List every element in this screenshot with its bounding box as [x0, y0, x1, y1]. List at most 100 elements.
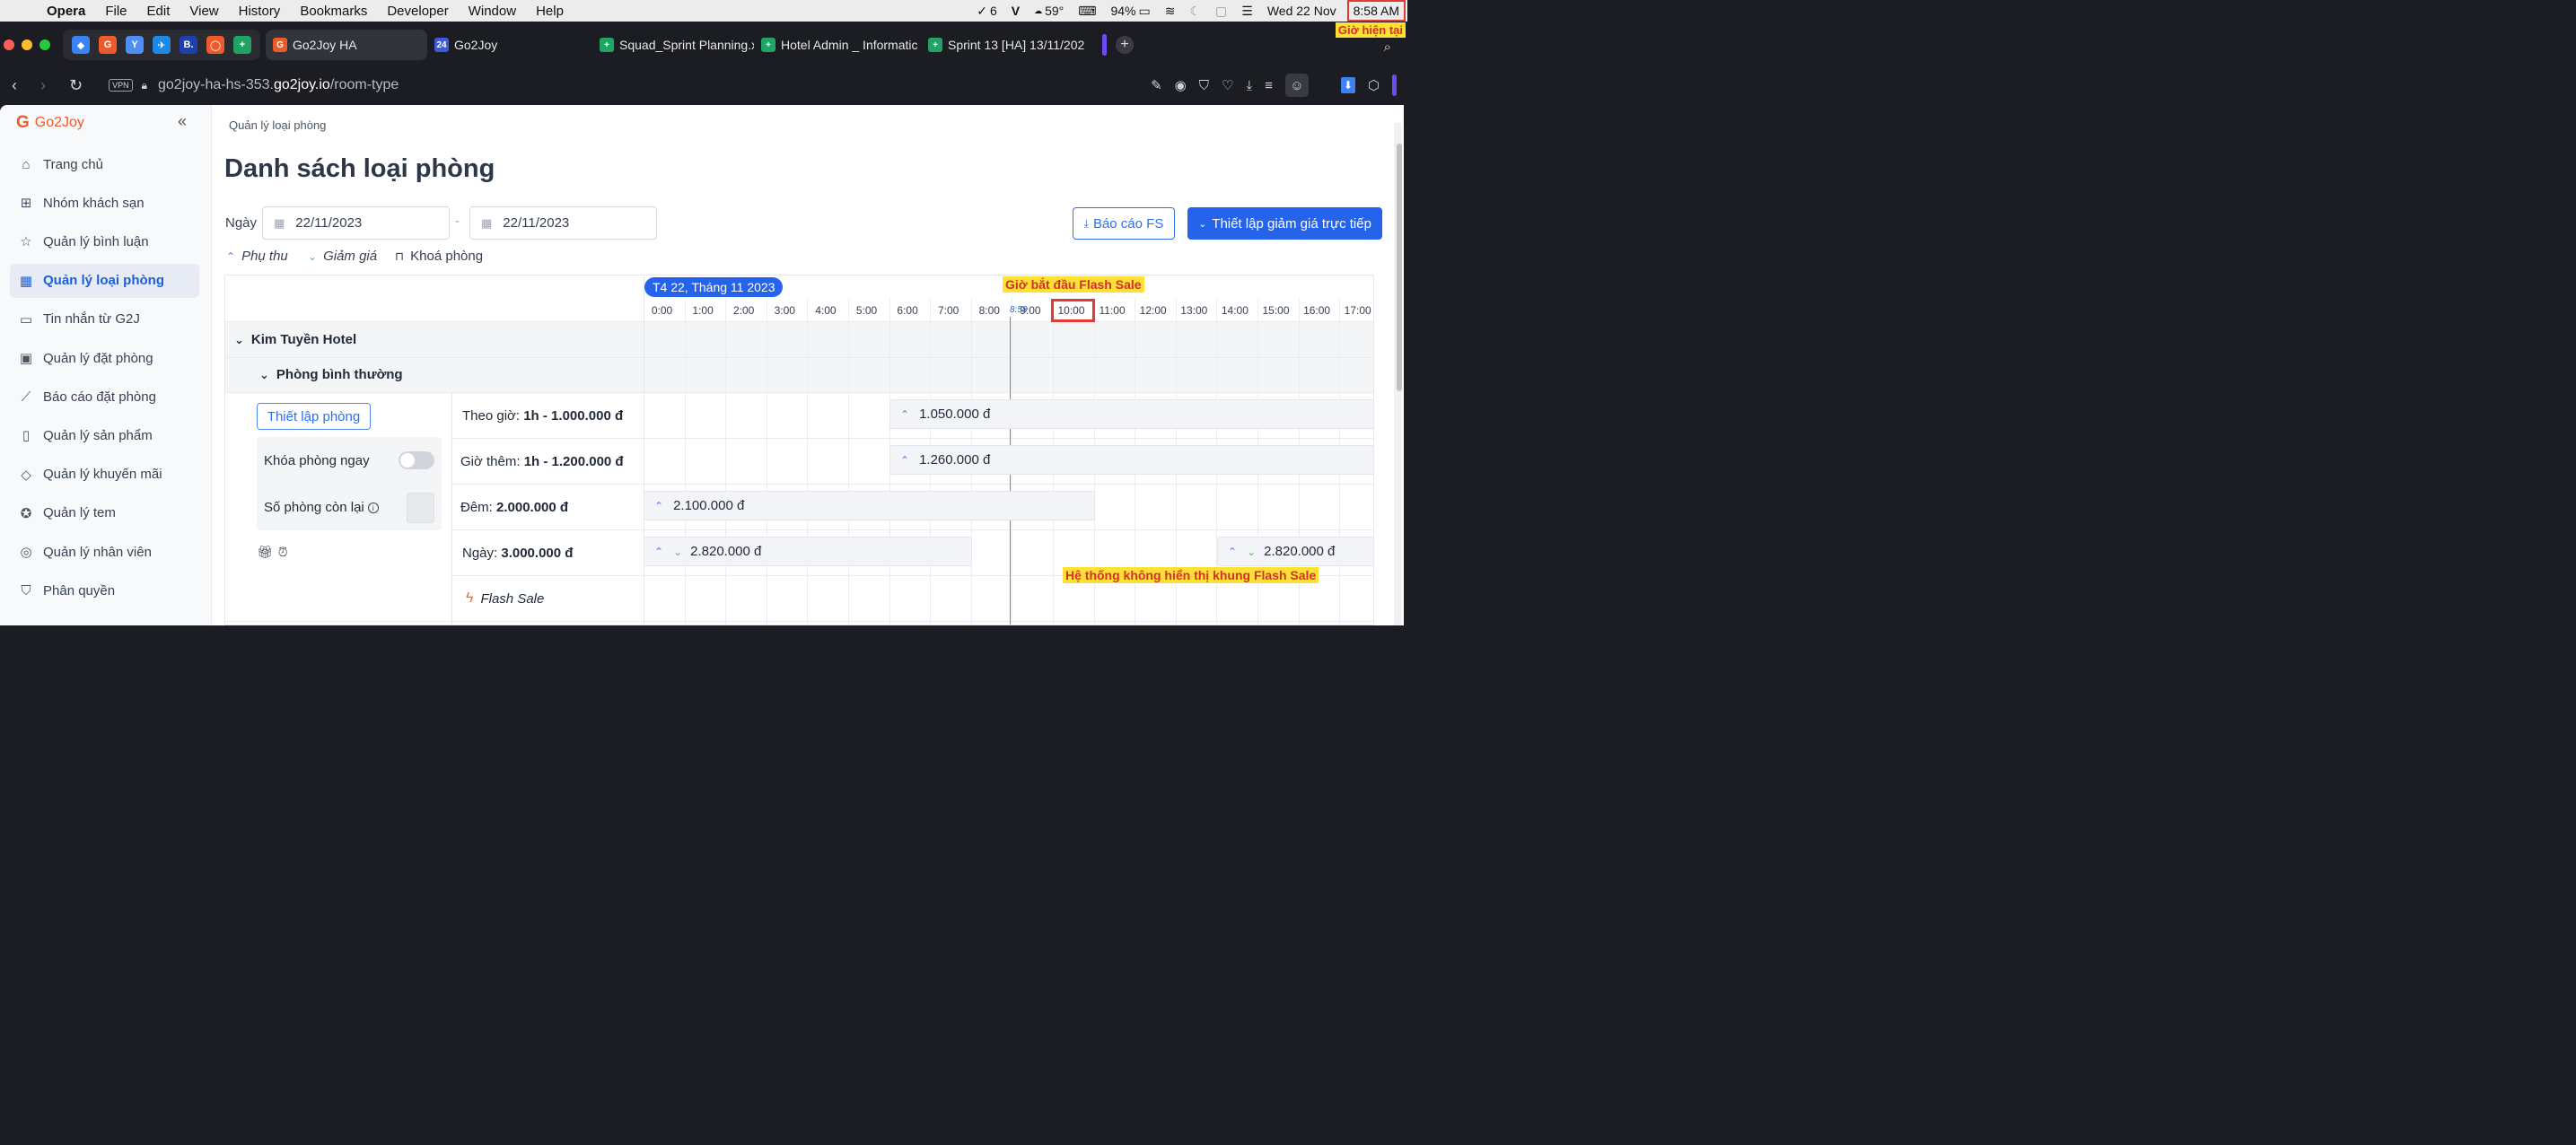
- sidebar-item[interactable]: ▭ Tin nhắn từ G2J: [10, 302, 199, 337]
- cube-icon[interactable]: ⬡: [1368, 77, 1380, 93]
- pinned-tab-icon[interactable]: ◆: [72, 36, 90, 54]
- forward-button[interactable]: ›: [29, 76, 57, 95]
- browser-tab[interactable]: + Sprint 13 [HA] 13/11/202: [921, 30, 1091, 60]
- pinned-tab-icon[interactable]: B.: [180, 36, 197, 54]
- collapse-sidebar-icon[interactable]: «: [178, 112, 187, 131]
- hour-tick-label: 0:00: [651, 304, 673, 317]
- close-window-button[interactable]: [4, 39, 14, 50]
- reload-button[interactable]: ↻: [57, 76, 94, 95]
- settings-sliders-icon[interactable]: ≡: [1265, 78, 1273, 93]
- sidebar-item[interactable]: ◇ Quản lý khuyến mãi: [10, 458, 199, 492]
- sidebar-item-label: Báo cáo đặt phòng: [43, 389, 156, 405]
- price-bar-daily-2[interactable]: ⌃ ⌄ 2.820.000 đ: [1217, 537, 1373, 566]
- pinned-tab-icon[interactable]: G: [99, 36, 117, 54]
- timeline-date-pill[interactable]: T4 22, Tháng 11 2023: [644, 277, 784, 297]
- sidebar-item[interactable]: ⟋ Báo cáo đặt phòng: [10, 380, 199, 414]
- shield-check-icon[interactable]: ⛉: [1199, 78, 1209, 93]
- sidebar-item[interactable]: ▦ Quản lý loại phòng: [10, 263, 199, 298]
- sidebar-item[interactable]: ▣ Quản lý đặt phòng: [10, 341, 199, 375]
- vpn-badge[interactable]: VPN: [109, 79, 133, 92]
- hour-tick-label: 4:00: [815, 304, 837, 317]
- window-icon[interactable]: ▢: [1208, 4, 1234, 19]
- browser-tab[interactable]: 24 Go2Joy: [427, 30, 592, 60]
- page-scrollbar-thumb[interactable]: [1397, 144, 1402, 391]
- menu-window[interactable]: Window: [459, 4, 526, 19]
- browser-tab[interactable]: + Hotel Admin _ Informatic: [754, 30, 921, 60]
- pinned-tab-icon[interactable]: ◯: [206, 36, 224, 54]
- edit-icon[interactable]: ✎: [1151, 77, 1162, 93]
- sidebar-item[interactable]: ⌂ Trang chủ: [10, 147, 199, 181]
- lock-now-toggle[interactable]: [399, 451, 434, 469]
- sidebar-indicator: [1392, 74, 1397, 96]
- tab-favicon-icon: +: [600, 38, 614, 52]
- room-type-header[interactable]: ⌄ Phòng bình thường: [259, 367, 403, 382]
- sidebar-item-label: Quản lý đặt phòng: [43, 350, 153, 366]
- browser-tab[interactable]: G Go2Joy HA: [266, 30, 427, 60]
- minimize-window-button[interactable]: [22, 39, 32, 50]
- sidebar-item-label: Quản lý bình luận: [43, 233, 149, 249]
- keyboard-icon[interactable]: ⌨: [1071, 4, 1103, 19]
- date-to-value: 22/11/2023: [503, 215, 570, 231]
- tasks-status[interactable]: ✓ 6: [969, 4, 1004, 19]
- gift-icon[interactable]: 🎁︎: [257, 545, 273, 560]
- sidebar-item[interactable]: ⊞ Nhóm khách sạn: [10, 186, 199, 220]
- pinned-tab-icon[interactable]: Y: [126, 36, 144, 54]
- search-tabs-icon[interactable]: ⌕: [1384, 39, 1391, 55]
- sidebar-item[interactable]: ☆ Quản lý bình luận: [10, 224, 199, 258]
- price-bar-hourly[interactable]: ⌃ 1.050.000 đ: [889, 399, 1373, 429]
- wifi-icon[interactable]: ≋: [1158, 4, 1183, 19]
- browser-tab[interactable]: + Squad_Sprint Planning.x: [592, 30, 754, 60]
- weather-status[interactable]: ☁ 59°: [1027, 4, 1071, 18]
- alarm-clock-icon[interactable]: ⏰︎: [278, 545, 288, 560]
- hour-tick-label: 2:00: [733, 304, 755, 317]
- menubar-date[interactable]: Wed 22 Nov: [1260, 4, 1344, 18]
- back-button[interactable]: ‹: [0, 76, 29, 95]
- pinned-tab-icon[interactable]: +: [233, 36, 251, 54]
- menu-view[interactable]: View: [180, 4, 228, 19]
- fs-report-button[interactable]: ⤓ Báo cáo FS: [1073, 207, 1175, 240]
- hotel-group-header[interactable]: ⌄ Kim Tuyền Hotel: [234, 332, 356, 347]
- menubar-clock[interactable]: 8:58 AM: [1346, 0, 1406, 22]
- profile-icon[interactable]: ☺: [1284, 74, 1309, 97]
- moon-icon[interactable]: ☾: [1182, 4, 1208, 19]
- maximize-window-button[interactable]: [39, 39, 50, 50]
- pinned-tab-icon[interactable]: ✈: [153, 36, 171, 54]
- brand[interactable]: G Go2Joy: [16, 113, 84, 133]
- direct-discount-button[interactable]: ⌄ Thiết lập giảm giá trực tiếp: [1187, 207, 1382, 240]
- sidebar-item[interactable]: ▯ Quản lý sản phẩm: [10, 418, 199, 452]
- download-extension-icon[interactable]: ⬇: [1340, 77, 1355, 93]
- rooms-left-input[interactable]: [407, 493, 434, 523]
- menu-app-name[interactable]: Opera: [41, 4, 95, 19]
- heart-icon[interactable]: ♡: [1222, 77, 1233, 93]
- price-bar-extra-hour[interactable]: ⌃ 1.260.000 đ: [889, 445, 1373, 475]
- menu-help[interactable]: Help: [526, 4, 574, 19]
- v-app-icon[interactable]: V: [1004, 4, 1027, 18]
- menu-edit[interactable]: Edit: [137, 4, 180, 19]
- chevrons-down-icon: ⌄: [1198, 218, 1207, 230]
- new-tab-button[interactable]: +: [1116, 36, 1134, 54]
- lock-icon[interactable]: 🔒︎: [142, 79, 147, 92]
- control-center-icon[interactable]: ☰: [1234, 4, 1260, 19]
- menu-history[interactable]: History: [229, 4, 291, 19]
- camera-icon[interactable]: ◉: [1175, 77, 1187, 93]
- legend-lock: ⊓ Khoá phòng: [395, 249, 483, 264]
- price-bar-daily-1[interactable]: ⌃ ⌄ 2.820.000 đ: [644, 537, 972, 566]
- date-to-field[interactable]: ▦ 22/11/2023: [469, 206, 657, 240]
- url-field[interactable]: go2joy-ha-hs-353.go2joy.io/room-type: [158, 77, 399, 93]
- room-lock-panel: Khóa phòng ngay Số phòng còn lại i: [257, 437, 442, 530]
- menu-file[interactable]: File: [95, 4, 136, 19]
- info-icon[interactable]: i: [367, 503, 379, 513]
- breadcrumb[interactable]: Quản lý loại phòng: [229, 118, 326, 132]
- room-setup-button[interactable]: Thiết lập phòng: [257, 403, 371, 430]
- menu-developer[interactable]: Developer: [377, 4, 458, 19]
- browser-toolbar: ✎ ◉ ⛉ ♡ ⤓ ≡ ☺ ⬇ ⬡: [1151, 74, 1397, 97]
- battery-status[interactable]: 94% ▭: [1103, 4, 1157, 19]
- sidebar-item[interactable]: ⛉ Phân quyền: [10, 573, 199, 607]
- sidebar-item-label: Trang chủ: [43, 156, 103, 172]
- menu-bookmarks[interactable]: Bookmarks: [290, 4, 377, 19]
- sidebar-item[interactable]: ◎ Quản lý nhân viên: [10, 535, 199, 569]
- download-icon[interactable]: ⤓: [1246, 78, 1252, 93]
- sidebar-item[interactable]: ✪ Quản lý tem: [10, 496, 199, 530]
- price-bar-overnight[interactable]: ⌃ 2.100.000 đ: [644, 491, 1095, 520]
- date-from-field[interactable]: ▦ 22/11/2023: [262, 206, 450, 240]
